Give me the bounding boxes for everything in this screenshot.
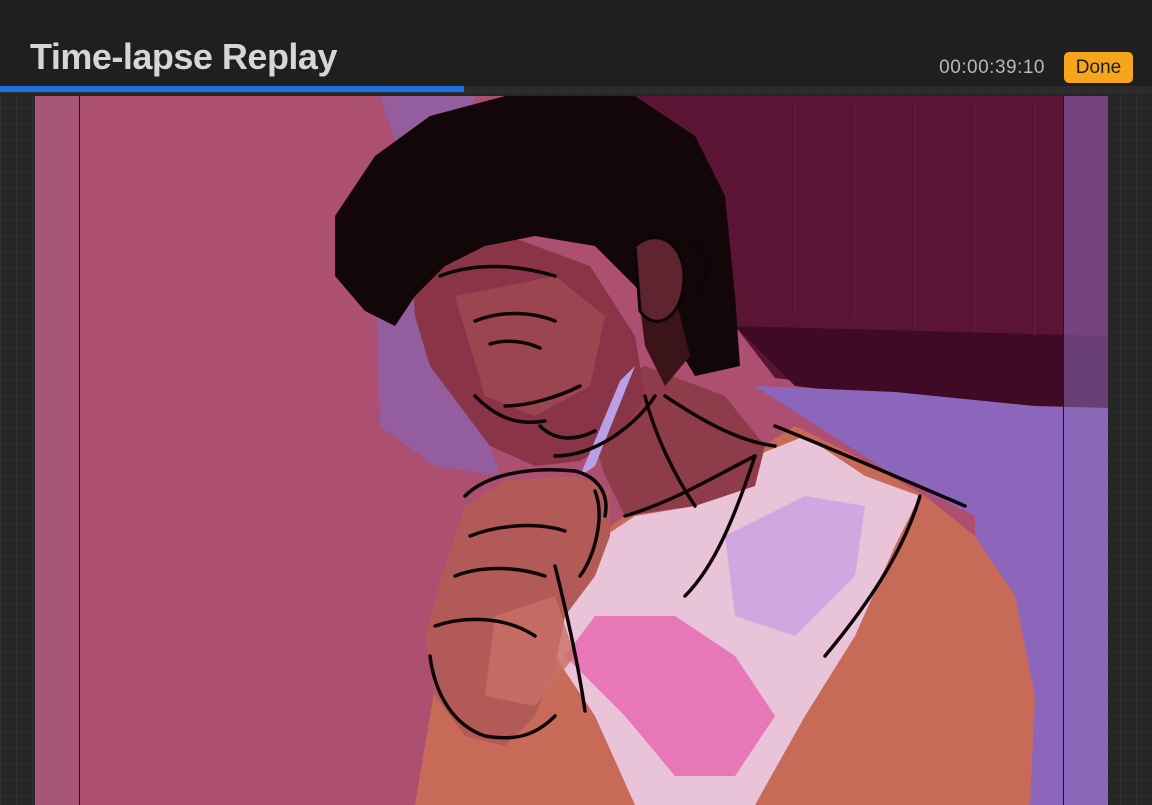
page-title: Time-lapse Replay	[30, 36, 337, 77]
done-button[interactable]: Done	[1064, 52, 1133, 83]
top-bar: Time-lapse Replay 00:00:39:10 Done	[0, 0, 1152, 88]
artwork-image	[35, 96, 1108, 805]
artwork-canvas[interactable]	[35, 96, 1108, 805]
timecode-display: 00:00:39:10	[939, 57, 1045, 78]
